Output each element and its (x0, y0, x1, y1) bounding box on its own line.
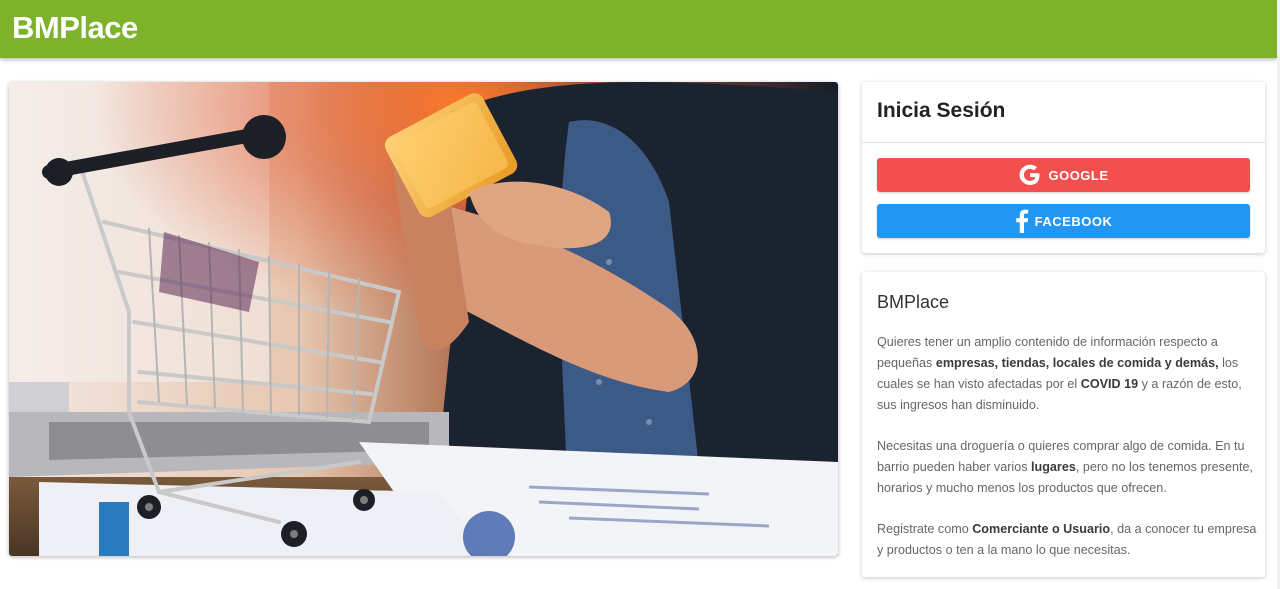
login-card: Inicia Sesión GOOGLE FACEBOOK (862, 82, 1265, 253)
divider (862, 142, 1265, 143)
google-button-label: GOOGLE (1048, 167, 1109, 183)
info-title: BMPlace (877, 292, 950, 312)
info-paragraph-2: Necesitas una droguería o quieres compra… (877, 436, 1257, 499)
info-text-bold: lugares (1031, 460, 1076, 474)
login-title: Inicia Sesión (877, 99, 1006, 122)
info-text-bold: empresas, tiendas, locales de comida y d… (935, 356, 1219, 370)
info-text-bold: COVID 19 (1080, 377, 1139, 391)
facebook-login-button[interactable]: FACEBOOK (877, 204, 1250, 238)
google-login-button[interactable]: GOOGLE (877, 158, 1250, 192)
google-icon (1020, 164, 1040, 185)
info-paragraph-3: Registrate como Comerciante o Usuario, d… (877, 519, 1257, 561)
info-text-bold: Comerciante o Usuario (972, 522, 1111, 536)
hero-image (9, 82, 838, 556)
top-app-bar: BMPlace (0, 0, 1277, 58)
facebook-button-label: FACEBOOK (1034, 213, 1113, 229)
info-card: BMPlace Quieres tener un amplio contenid… (862, 272, 1265, 577)
info-paragraph-1: Quieres tener un amplio contenido de inf… (877, 332, 1257, 416)
brand-logo[interactable]: BMPlace (12, 10, 138, 46)
info-text-segment: Registrate como (877, 522, 973, 536)
facebook-icon (1015, 209, 1028, 233)
hero-photo-illustration (9, 82, 838, 556)
